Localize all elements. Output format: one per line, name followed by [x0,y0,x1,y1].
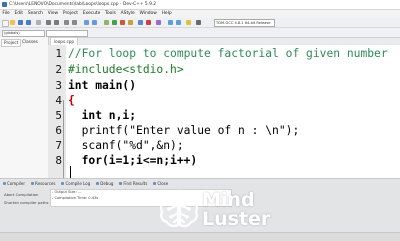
tab-classes[interactable]: Classes [20,39,40,45]
app-icon [2,2,7,7]
indent-icon[interactable] [84,19,89,25]
new-project-icon[interactable] [168,19,173,25]
tab-resources[interactable]: Resources [28,180,58,187]
find-results-icon [119,182,123,185]
unindent-icon[interactable] [92,19,97,25]
open-folder-icon[interactable] [10,19,15,25]
tab-compile-log[interactable]: Compile Log [58,180,93,187]
logo-text-mind: Mind [202,189,255,211]
replace-icon[interactable] [72,19,77,25]
shorten-paths-checkbox[interactable]: Shorten compiler paths [4,200,48,205]
code-line: printf("Enter value of n : \n"); [68,124,300,137]
tab-project[interactable]: Project [1,39,22,47]
redo-icon[interactable] [54,19,59,25]
project-panel: Project Classes [0,37,49,178]
code-line: { [68,94,75,107]
line-number: 3 [55,79,62,92]
bookmark-icon[interactable] [186,19,191,25]
code-line: #include<stdio.h> [68,63,184,76]
output-tabs: Compiler Resources Compile Log Debug Fin… [0,180,400,187]
watermark-logo: Mind Luster [158,187,394,237]
find-icon[interactable] [64,19,69,25]
code-line: int n,i; [68,109,137,122]
line-number: 5 [55,109,62,122]
menu-search[interactable]: Search [25,10,45,18]
new-class-icon[interactable] [176,19,181,25]
compile-run-icon[interactable] [120,19,125,25]
log-line: - Output Size: ... [52,190,82,194]
new-file-icon[interactable] [2,19,9,27]
code-line: scanf("%d",&n); [68,139,184,152]
tab-find-results[interactable]: Find Results [116,180,150,187]
line-number: 2 [55,63,62,76]
logo-text-luster: Luster [202,208,271,230]
menu-file[interactable]: File [0,10,12,18]
brain-icon [159,189,199,228]
line-number: 8 [55,154,62,167]
menu-view[interactable]: View [45,10,60,18]
compiler-icon [3,182,6,185]
main-toolbar [0,18,400,28]
tab-close[interactable]: Close [150,180,171,187]
title-bar: C:\Users\LENOVO\Documents\lab\Loops\loop… [0,0,400,10]
help-icon[interactable] [196,19,201,25]
compile-icon[interactable] [104,19,109,25]
rebuild-icon[interactable] [128,19,133,25]
save-icon[interactable] [18,19,23,25]
save-all-icon[interactable] [26,19,31,25]
menu-bar: File Edit Search View Project Execute To… [0,10,400,18]
menu-window[interactable]: Window [137,10,159,18]
compile-log-icon [61,182,65,185]
globals-select[interactable]: (globals) [2,29,45,37]
fold-marker [63,100,64,178]
menu-execute[interactable]: Execute [80,10,102,18]
debug-icon[interactable] [138,19,143,25]
window-title: C:\Users\LENOVO\Documents\lab\Loops\loop… [9,2,157,7]
log-line: - Compilation Time: 0.43s [52,196,99,200]
stop-icon[interactable] [146,19,151,25]
undo-icon[interactable] [46,19,51,25]
abort-compilation-button[interactable]: Abort Compilation [4,192,38,197]
text-cursor [70,166,71,178]
line-number: 4 [55,94,62,107]
code-line: int main() [68,79,137,92]
line-number: 1 [55,47,62,60]
line-number: 7 [55,139,62,152]
resources-icon [31,182,35,185]
menu-astyle[interactable]: AStyle [118,10,137,18]
menu-tools[interactable]: Tools [103,10,119,18]
menu-project[interactable]: Project [61,10,81,18]
menu-edit[interactable]: Edit [12,10,25,18]
tab-debug[interactable]: Debug [93,180,116,187]
tab-compiler[interactable]: Compiler [0,180,28,187]
menu-help[interactable]: Help [159,10,174,18]
line-number: 6 [55,124,62,137]
code-line: //For loop to compute factorial of given… [68,47,388,60]
code-line: for(i=1;i<=n;i++) [68,154,198,167]
profile-icon[interactable] [156,19,161,25]
debug-tab-icon [96,182,100,185]
close-icon [153,182,157,185]
function-select[interactable] [46,29,88,37]
print-icon[interactable] [36,19,41,25]
run-icon[interactable] [112,19,117,25]
compiler-select[interactable]: TDM-GCC 4.8.1 64-bit Release [214,19,275,27]
